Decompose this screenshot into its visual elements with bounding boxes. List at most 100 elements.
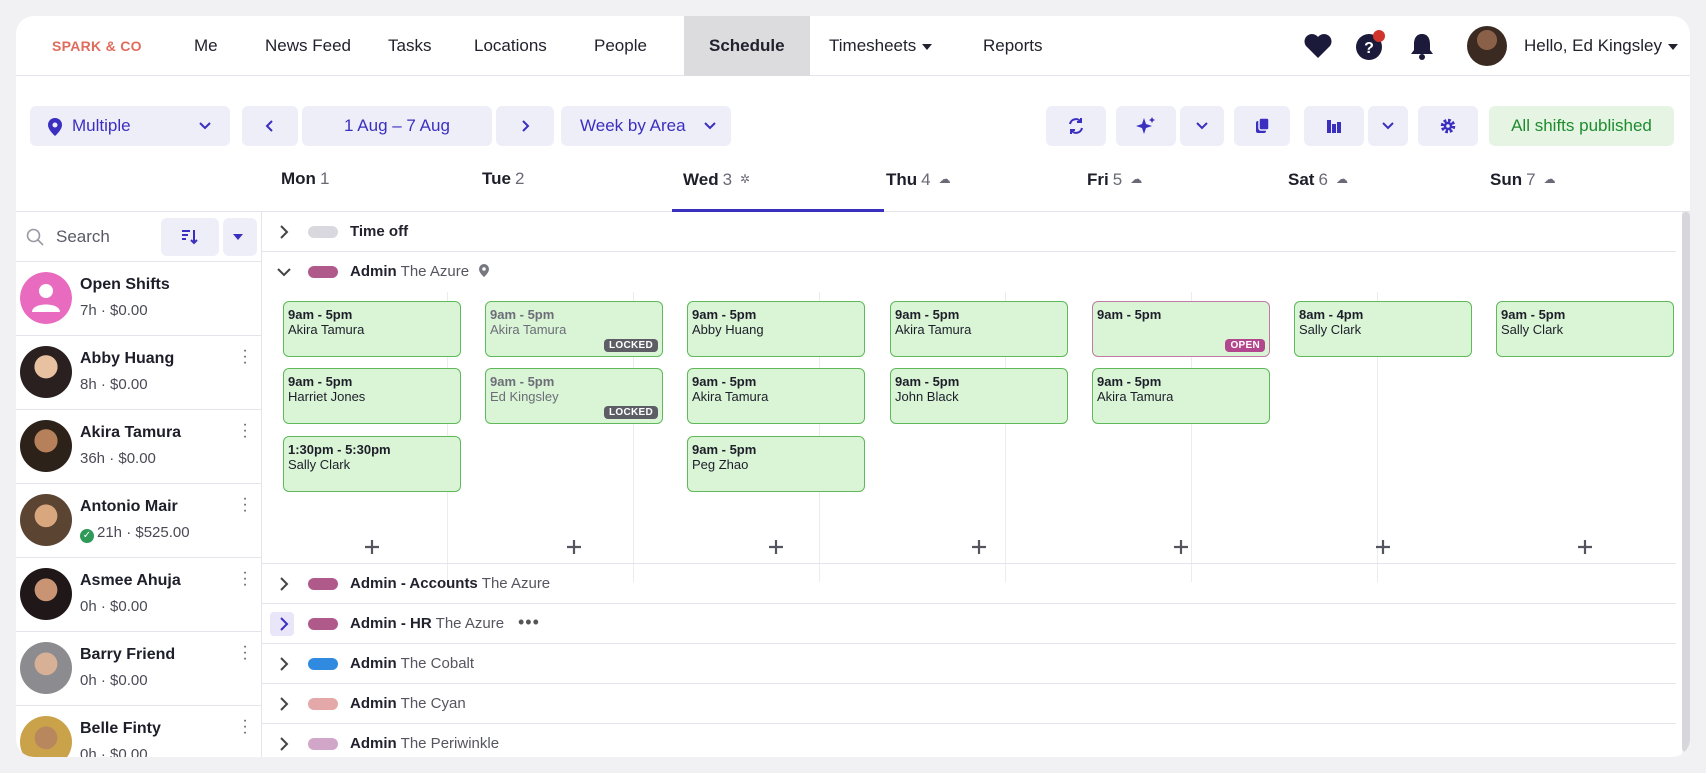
prev-week-button[interactable]: [242, 106, 298, 146]
open-shifts-avatar: [20, 272, 72, 324]
day-header-thu[interactable]: Thu 4 ☁: [886, 156, 1086, 212]
area-row-admin-periwinkle[interactable]: Admin The Periwinkle: [262, 724, 1676, 757]
more-options-icon[interactable]: · · ·: [241, 417, 249, 445]
shift-time: 1:30pm - 5:30pm: [288, 442, 391, 457]
nav-news-feed[interactable]: News Feed: [253, 16, 363, 76]
publish-status-badge[interactable]: All shifts published: [1489, 106, 1674, 146]
area-row-admin-accounts[interactable]: Admin - Accounts The Azure: [262, 564, 1676, 604]
area-row-admin-cobalt[interactable]: Admin The Cobalt: [262, 644, 1676, 684]
stats-button[interactable]: [1304, 106, 1364, 146]
heart-icon[interactable]: [1302, 30, 1334, 62]
area-row-time-off[interactable]: Time off: [262, 212, 1676, 252]
more-options-icon[interactable]: •••: [518, 604, 540, 640]
bell-icon[interactable]: [1406, 30, 1438, 62]
shift-card[interactable]: 9am - 5pm John Black: [890, 368, 1068, 424]
help-icon[interactable]: ?: [1354, 30, 1386, 62]
area-row-admin-azure[interactable]: Admin The Azure: [262, 252, 1676, 292]
shift-card-locked[interactable]: 9am - 5pm Akira Tamura LOCKED: [485, 301, 663, 357]
shift-card[interactable]: 9am - 5pm Abby Huang: [687, 301, 865, 357]
chevron-right-icon[interactable]: [276, 656, 292, 672]
scrollbar-thumb[interactable]: [1682, 212, 1690, 752]
shift-card[interactable]: 9am - 5pm Peg Zhao: [687, 436, 865, 492]
settings-button[interactable]: [1418, 106, 1478, 146]
staff-hours-cost: 0h · $0.00: [80, 672, 148, 689]
nav-me[interactable]: Me: [182, 16, 230, 76]
staff-name: Belle Finty: [80, 720, 161, 737]
day-number: 7: [1526, 170, 1536, 189]
more-options-icon[interactable]: · · ·: [241, 343, 249, 371]
refresh-button[interactable]: [1046, 106, 1106, 146]
day-header-tue[interactable]: Tue 2: [482, 156, 682, 212]
chevron-right-icon[interactable]: [276, 736, 292, 752]
staff-row[interactable]: Belle Finty 0h · $0.00 · · ·: [16, 706, 262, 757]
add-shift-icon[interactable]: [1577, 539, 1593, 555]
copy-button[interactable]: [1234, 106, 1290, 146]
next-week-button[interactable]: [496, 106, 554, 146]
more-options-icon[interactable]: · · ·: [241, 713, 249, 741]
more-options-icon[interactable]: · · ·: [241, 639, 249, 667]
sort-options-button[interactable]: [223, 218, 257, 256]
day-header-fri[interactable]: Fri 5 ☁: [1087, 156, 1287, 212]
staff-row[interactable]: Antonio Mair ✓ 21h · $525.00 · · ·: [16, 484, 262, 558]
day-header-sun[interactable]: Sun 7 ☁: [1490, 156, 1680, 212]
shift-card[interactable]: 9am - 5pm Sally Clark: [1496, 301, 1674, 357]
brand-logo[interactable]: SPARK & CO: [52, 16, 142, 76]
area-row-admin-hr[interactable]: Admin - HR The Azure •••: [262, 604, 1676, 644]
shift-card[interactable]: 9am - 5pm Harriet Jones: [283, 368, 461, 424]
sparkle-icon: [1136, 117, 1155, 134]
avatar: [20, 642, 72, 694]
staff-row-open-shifts[interactable]: Open Shifts 7h · $0.00: [16, 262, 262, 336]
staff-search[interactable]: Search: [16, 212, 262, 262]
user-menu[interactable]: Hello, Ed Kingsley: [1524, 16, 1678, 76]
add-shift-icon[interactable]: [566, 539, 582, 555]
add-shift-icon[interactable]: [768, 539, 784, 555]
shift-employee: Akira Tamura: [490, 322, 567, 337]
shift-card-locked[interactable]: 9am - 5pm Ed Kingsley LOCKED: [485, 368, 663, 424]
add-shift-icon[interactable]: [1173, 539, 1189, 555]
area-row-admin-cyan[interactable]: Admin The Cyan: [262, 684, 1676, 724]
day-number: 6: [1318, 170, 1328, 189]
add-shift-icon[interactable]: [364, 539, 380, 555]
nav-reports[interactable]: Reports: [971, 16, 1055, 76]
stats-options-button[interactable]: [1368, 106, 1408, 146]
view-dropdown[interactable]: Week by Area: [561, 106, 731, 146]
day-header-mon[interactable]: Mon 1: [281, 156, 481, 212]
location-dropdown[interactable]: Multiple: [30, 106, 230, 146]
sort-button[interactable]: [161, 218, 219, 256]
auto-schedule-button[interactable]: [1116, 106, 1176, 146]
user-avatar[interactable]: [1467, 26, 1507, 66]
staff-row[interactable]: Asmee Ahuja 0h · $0.00 · · ·: [16, 558, 262, 632]
shift-card[interactable]: 9am - 5pm Akira Tamura: [283, 301, 461, 357]
day-header-wed[interactable]: Wed 3 ✲: [672, 156, 884, 212]
view-label: Week by Area: [580, 116, 686, 135]
shift-card-open[interactable]: 9am - 5pm OPEN: [1092, 301, 1270, 357]
schedule-grid: Time off Admin The Azure 9am - 5pm Akira T…: [262, 212, 1690, 757]
nav-locations[interactable]: Locations: [462, 16, 559, 76]
add-shift-icon[interactable]: [1375, 539, 1391, 555]
shift-card[interactable]: 8am - 4pm Sally Clark: [1294, 301, 1472, 357]
day-header-sat[interactable]: Sat 6 ☁: [1288, 156, 1488, 212]
auto-schedule-options-button[interactable]: [1180, 106, 1224, 146]
more-options-icon[interactable]: · · ·: [241, 491, 249, 519]
shift-card[interactable]: 1:30pm - 5:30pm Sally Clark: [283, 436, 461, 492]
nav-tasks[interactable]: Tasks: [376, 16, 443, 76]
chevron-right-icon[interactable]: [276, 224, 292, 240]
chevron-right-icon[interactable]: [276, 696, 292, 712]
staff-row[interactable]: Abby Huang 8h · $0.00 · · ·: [16, 336, 262, 410]
shift-card[interactable]: 9am - 5pm Akira Tamura: [687, 368, 865, 424]
search-input[interactable]: Search: [56, 212, 110, 262]
staff-row[interactable]: Akira Tamura 36h · $0.00 · · ·: [16, 410, 262, 484]
more-options-icon[interactable]: · · ·: [241, 565, 249, 593]
nav-timesheets[interactable]: Timesheets: [817, 16, 944, 76]
chevron-down-icon[interactable]: [276, 264, 292, 280]
chevron-right-icon[interactable]: [276, 576, 292, 592]
add-shift-icon[interactable]: [971, 539, 987, 555]
shift-card[interactable]: 9am - 5pm Akira Tamura: [1092, 368, 1270, 424]
date-range-picker[interactable]: 1 Aug – 7 Aug: [302, 106, 492, 146]
locked-badge: LOCKED: [603, 406, 658, 419]
nav-schedule[interactable]: Schedule: [684, 16, 810, 76]
staff-row[interactable]: Barry Friend 0h · $0.00 · · ·: [16, 632, 262, 706]
chevron-right-icon[interactable]: [276, 616, 292, 632]
shift-card[interactable]: 9am - 5pm Akira Tamura: [890, 301, 1068, 357]
nav-people[interactable]: People: [582, 16, 659, 76]
